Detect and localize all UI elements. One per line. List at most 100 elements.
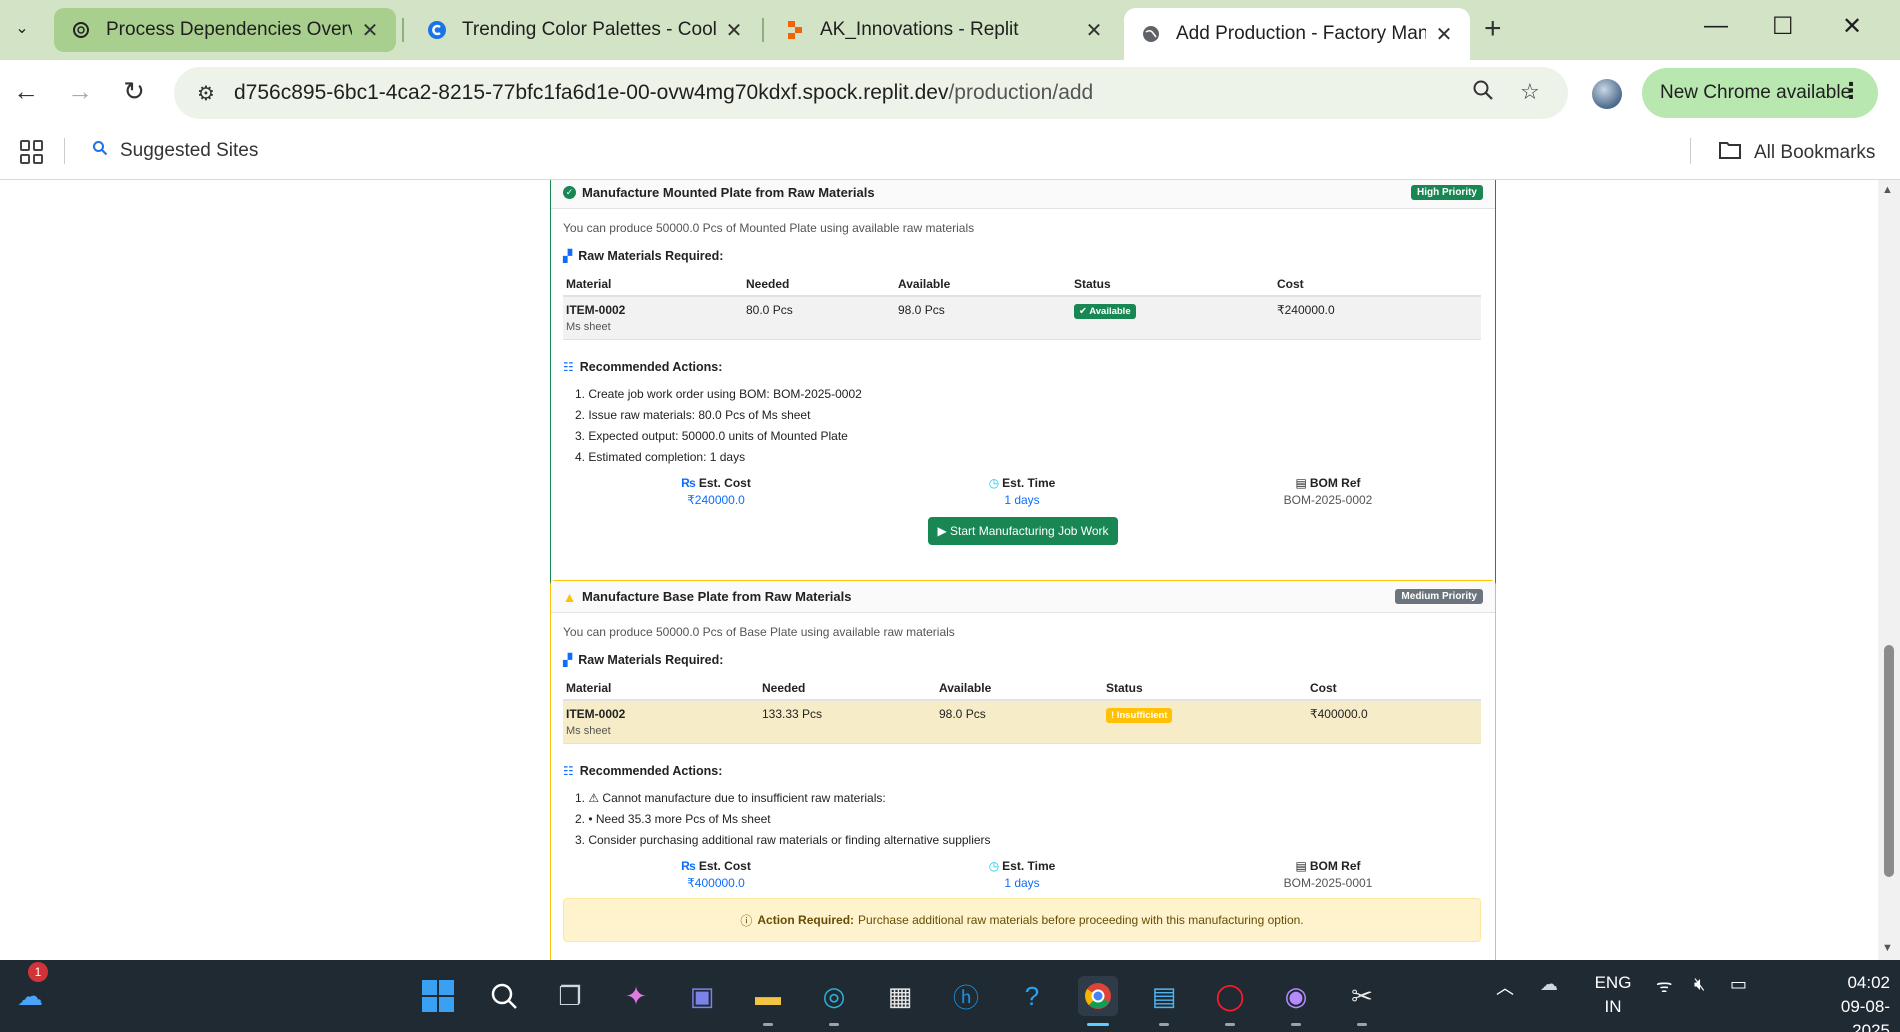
tab-strip: ⌄ Process Dependencies Overview ✕ Trendi… [0,0,1900,60]
column-header: Available [895,273,1071,297]
tab-process-dependencies[interactable]: Process Dependencies Overview ✕ [54,8,396,52]
close-icon[interactable]: ✕ [1434,22,1454,47]
scrollbar-thumb[interactable] [1884,645,1894,877]
task-view-icon[interactable]: ❐ [550,976,590,1016]
window-close-button[interactable]: ✕ [1842,12,1862,41]
tab-separator [402,18,404,42]
page-content: ✓ Manufacture Mounted Plate from Raw Mat… [0,180,1900,960]
actions-list: 1. ⚠ Cannot manufacture due to insuffici… [563,788,1483,851]
new-tab-button[interactable]: + [1484,12,1502,46]
scroll-up-icon[interactable]: ▲ [1882,184,1893,196]
action-required-alert: ⓘ Action Required: Purchase additional r… [563,898,1481,942]
chevron-up-icon[interactable]: ︿ [1496,974,1514,1000]
column-header: Needed [759,677,936,701]
bookmark-star-icon[interactable]: ☆ [1520,79,1540,105]
reload-button[interactable]: ↻ [116,76,152,107]
materials-table: Material Needed Available Status Cost IT… [563,677,1481,744]
zoom-icon[interactable] [1472,79,1494,107]
manufacturing-option-card: ▲ Manufacture Base Plate from Raw Materi… [550,580,1496,960]
close-icon[interactable]: ✕ [724,18,744,43]
bookmark-label: Suggested Sites [120,140,259,161]
list-item: 4. Estimated completion: 1 days [575,450,746,464]
profile-avatar[interactable] [1592,79,1622,109]
needed-value: 133.33 Pcs [759,700,936,744]
address-bar[interactable]: ⚙ d756c895-6bc1-4ca2-8215-77bfc1fa6d1e-0… [174,67,1568,119]
tab-coolors[interactable]: Trending Color Palettes - Coolors ✕ [410,8,760,52]
start-icon[interactable] [418,976,458,1016]
tab-title: Add Production - Factory Management [1176,23,1426,44]
clock[interactable]: 04:02 09-08-2025 [1820,971,1890,1032]
help-icon[interactable]: ? [1012,976,1052,1016]
forward-button[interactable]: → [62,76,98,107]
notepad-icon[interactable]: ▤ [1144,976,1184,1016]
search-icon[interactable] [484,976,524,1016]
tab-add-production[interactable]: Add Production - Factory Management ✕ [1124,8,1470,60]
copilot-icon[interactable]: ✦ [616,976,656,1016]
start-job-work-button[interactable]: ▶ Start Manufacturing Job Work [928,517,1118,545]
all-bookmarks-button[interactable]: All Bookmarks [1718,140,1875,166]
edge-icon[interactable]: ◎ [814,976,854,1016]
folder-icon [1718,140,1742,166]
tab-replit[interactable]: AK_Innovations - Replit ✕ [768,8,1120,52]
wifi-icon[interactable]: ᯤ [1656,974,1672,998]
est-time: ◷ Est. Time 1 days [872,859,1172,890]
more-menu-icon[interactable]: ⋮ [1840,78,1862,104]
rupee-icon: ₨ [681,859,696,873]
file-explorer-icon[interactable]: ▬ [748,976,788,1016]
bom-ref: ▤ BOM Ref BOM-2025-0002 [1178,476,1478,507]
cost-value: ₹400000.0 [1307,700,1481,744]
language-indicator[interactable]: ENG IN [1592,971,1634,1019]
alert-strong: Action Required: [757,913,855,927]
opera-icon[interactable]: ◯ [1210,976,1250,1016]
running-indicator [829,1023,839,1026]
speaker-muted-icon[interactable]: 🔇︎ [1694,974,1705,995]
openai-icon [70,19,92,41]
battery-icon[interactable]: ▭ [1730,974,1747,995]
chrome-update-button[interactable]: New Chrome available ⋮ [1642,68,1878,118]
card-header: ▲ Manufacture Base Plate from Raw Materi… [551,581,1495,613]
list-item: 2. Issue raw materials: 80.0 Pcs of Ms s… [575,408,811,422]
snipping-tool-icon[interactable]: ✂ [1342,976,1382,1016]
back-button[interactable]: ← [8,76,44,107]
site-info-icon[interactable]: ⚙ [184,81,228,106]
page-scrollbar[interactable]: ▲ ▼ [1878,180,1900,960]
alert-text: Purchase additional raw materials before… [858,913,1304,927]
estimates-row: ₨ Est. Cost ₹240000.0 ◷ Est. Time 1 days ▤… [563,476,1481,507]
tab-search-button[interactable]: ⌄ [8,12,36,44]
rupee-icon: ₨ [681,476,696,490]
est-cost: ₨ Est. Cost ₹240000.0 [566,476,866,507]
card-title: Manufacture Mounted Plate from Raw Mater… [582,185,875,200]
column-header: Status [1103,677,1307,701]
weather-widget-icon[interactable]: ☁ [10,976,50,1016]
chrome-icon[interactable] [1078,976,1118,1016]
apps-grid-icon[interactable] [20,140,44,164]
suggested-sites-bookmark[interactable]: Suggested Sites [92,140,258,162]
list-item: 2. • Need 35.3 more Pcs of Ms sheet [575,812,771,826]
github-desktop-icon[interactable]: ◉ [1276,976,1316,1016]
production-note: You can produce 50000.0 Pcs of Base Plat… [563,625,955,639]
available-value: 98.0 Pcs [895,296,1071,340]
priority-badge: High Priority [1410,185,1483,200]
bom-ref-value: BOM-2025-0001 [1283,876,1373,890]
scroll-down-icon[interactable]: ▼ [1882,942,1893,954]
running-indicator [1291,1023,1301,1026]
hp-icon[interactable]: ⓗ [946,976,986,1016]
est-cost-value: ₹240000.0 [687,493,745,507]
microsoft-store-icon[interactable]: ▦ [880,976,920,1016]
clock-icon: ◷ [988,476,1000,490]
list-item: 3. Expected output: 50000.0 units of Mou… [575,429,848,443]
status-badge: ✔ Available [1074,304,1136,319]
column-header: Available [936,677,1103,701]
maximize-button[interactable]: ☐ [1772,12,1794,41]
teams-icon[interactable]: ▣ [682,976,722,1016]
tab-title: Trending Color Palettes - Coolors [462,19,716,40]
material-name: Ms sheet [566,725,611,737]
close-icon[interactable]: ✕ [360,18,380,43]
info-icon: ⓘ [740,913,753,928]
material-code: ITEM-0002 [566,707,626,721]
running-indicator [1357,1023,1367,1026]
close-icon[interactable]: ✕ [1084,18,1104,43]
onedrive-icon[interactable]: ☁ [1540,974,1558,995]
minimize-button[interactable]: — [1704,12,1728,40]
actions-list: 1. Create job work order using BOM: BOM-… [563,384,1483,468]
